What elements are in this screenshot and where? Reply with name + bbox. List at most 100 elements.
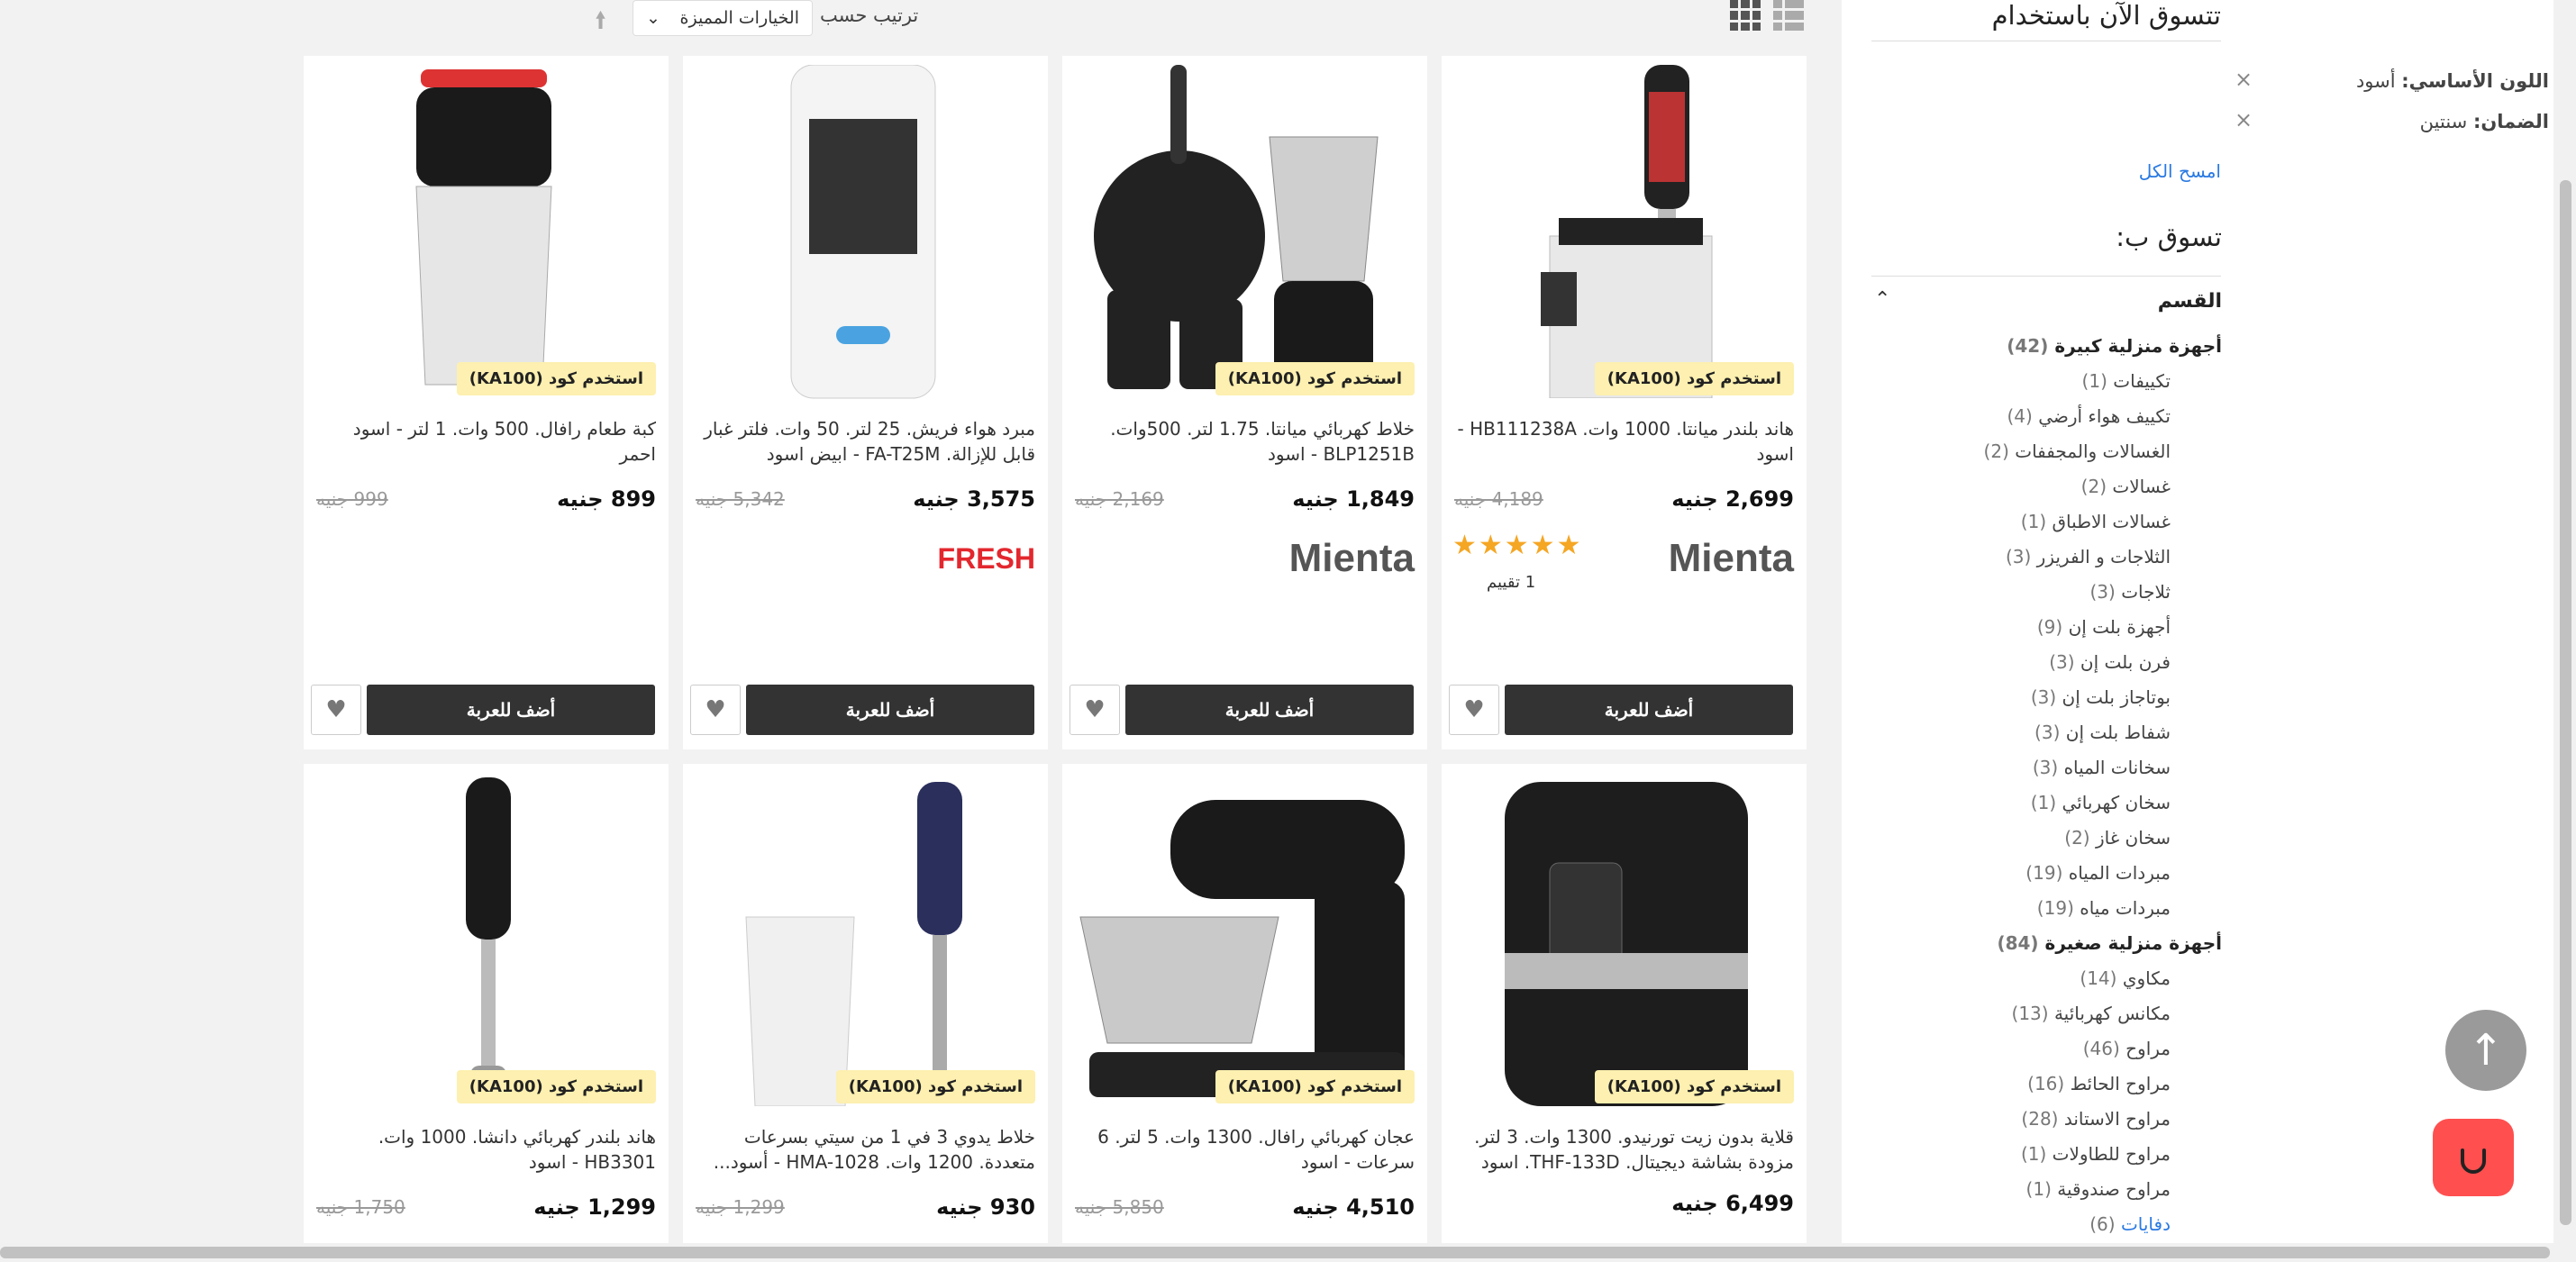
product-card[interactable]: استخدم كود (KA100) عجان كهربائي رافال. 1…: [1062, 764, 1427, 1243]
category-item[interactable]: مراوح صندوقية (1): [2026, 1178, 2171, 1200]
add-to-cart-button[interactable]: أضف للعربة: [1125, 685, 1414, 735]
category-item[interactable]: مراوح (46): [2083, 1038, 2171, 1059]
category-label: غسالات: [2112, 476, 2171, 497]
chat-button[interactable]: [2433, 1119, 2514, 1196]
product-card[interactable]: استخدم كود (KA100) كبة طعام رافال. 500 و…: [304, 56, 669, 749]
list-view-icon[interactable]: [1773, 0, 1804, 31]
category-item[interactable]: أجهزة منزلية كبيرة (42): [2007, 335, 2222, 357]
wishlist-heart-icon[interactable]: ♥: [311, 685, 361, 735]
product-card[interactable]: مبرد هواء فريش. 25 لتر. 50 وات. فلتر غبا…: [683, 56, 1048, 749]
product-title[interactable]: عجان كهربائي رافال. 1300 وات. 5 لتر. 6 س…: [1077, 1124, 1415, 1175]
category-item[interactable]: غسالات (2): [2081, 476, 2171, 497]
category-item[interactable]: سخان كهربائي (1): [2031, 792, 2171, 813]
promo-badge: استخدم كود (KA100): [1594, 1070, 1794, 1103]
category-count: (13): [2011, 1003, 2049, 1024]
category-count: (3): [2005, 546, 2032, 567]
add-to-cart-button[interactable]: أضف للعربة: [367, 685, 655, 735]
product-card[interactable]: استخدم كود (KA100) هاند بلندر ميانتا. 10…: [1442, 56, 1807, 749]
product-card[interactable]: استخدم كود (KA100) قلاية بدون زيت تورنيد…: [1442, 764, 1807, 1243]
category-item[interactable]: سخانات المياه (3): [2033, 757, 2171, 778]
category-label: غسالات الاطباق: [2052, 511, 2171, 532]
chat-smile-icon: [2461, 1149, 2486, 1174]
category-item[interactable]: فرن بلت إن (3): [2049, 651, 2171, 673]
add-to-cart-button[interactable]: أضف للعربة: [746, 685, 1034, 735]
product-title[interactable]: هاند بلندر كهربائي دانشا. 1000 وات. HB33…: [318, 1124, 656, 1175]
product-old-price: 2,169 جنيه: [1075, 488, 1164, 510]
category-item[interactable]: مراوح الحائط (16): [2027, 1073, 2171, 1094]
active-filter-label: الضمان: سنتين: [2420, 111, 2549, 132]
category-label: أجهزة منزلية كبيرة: [2054, 335, 2222, 357]
product-price: 1,299 جنيه: [533, 1194, 656, 1220]
category-item[interactable]: غسالات الاطباق (1): [2021, 511, 2171, 532]
grid-view-icon[interactable]: [1730, 0, 1761, 31]
category-item[interactable]: مبردات مياه (19): [2037, 897, 2171, 919]
product-card[interactable]: استخدم كود (KA100) هاند بلندر كهربائي دا…: [304, 764, 669, 1243]
product-title[interactable]: هاند بلندر ميانتا. 1000 وات. HB111238A -…: [1456, 416, 1794, 467]
category-item[interactable]: دفايات (6): [2089, 1213, 2171, 1235]
wishlist-heart-icon[interactable]: ♥: [1449, 685, 1499, 735]
review-count[interactable]: 1 تقييم: [1487, 573, 1535, 592]
category-count: (19): [2036, 897, 2074, 919]
category-item[interactable]: الغسالات والمجففات (2): [1984, 440, 2171, 462]
category-item[interactable]: سخان غاز (2): [2064, 827, 2171, 849]
category-label: تكييفات: [2113, 370, 2171, 392]
divider: [1871, 276, 2221, 277]
stand-mixer-image: [1079, 800, 1405, 1097]
scroll-to-top-button[interactable]: ↑: [2445, 1010, 2526, 1091]
promo-badge: استخدم كود (KA100): [1215, 362, 1415, 395]
product-title[interactable]: خلاط كهربائي ميانتا. 1.75 لتر. 500وات. B…: [1077, 416, 1415, 467]
filter-name: اللون الأساسي:: [2401, 70, 2549, 92]
active-filter: اللون الأساسي: أسود ×: [2220, 67, 2576, 97]
category-label: مراوح صندوقية: [2057, 1178, 2171, 1200]
clear-all-link[interactable]: امسح الكل: [2139, 160, 2221, 182]
air-fryer-image: [1505, 782, 1748, 1106]
product-title[interactable]: قلاية بدون زيت تورنيدو. 1300 وات. 3 لتر.…: [1456, 1124, 1794, 1175]
food-chopper-image: [415, 69, 552, 386]
vertical-scrollbar[interactable]: [2555, 0, 2576, 1243]
category-item[interactable]: مراوح للطاولات (1): [2021, 1143, 2171, 1165]
filter-value: أسود: [2355, 70, 2396, 92]
product-card[interactable]: استخدم كود (KA100) خلاط يدوي 3 في 1 من س…: [683, 764, 1048, 1243]
add-to-cart-button[interactable]: أضف للعربة: [1505, 685, 1793, 735]
category-item[interactable]: مكانس كهربائية (13): [2012, 1003, 2171, 1024]
category-label: أجهزة منزلية صغيرة: [2044, 932, 2222, 954]
wishlist-heart-icon[interactable]: ♥: [690, 685, 741, 735]
promo-badge: استخدم كود (KA100): [456, 1070, 656, 1103]
product-card[interactable]: استخدم كود (KA100) خلاط كهربائي ميانتا. …: [1062, 56, 1427, 749]
category-count: (3): [2049, 651, 2075, 673]
view-switcher: [1730, 0, 1811, 36]
product-price: 6,499 جنيه: [1671, 1191, 1794, 1216]
category-item[interactable]: بوتاجاز بلت إن (3): [2031, 686, 2171, 708]
category-item[interactable]: الثلاجات و الفريزر (3): [2006, 546, 2171, 567]
category-item[interactable]: أجهزة بلت إن (9): [2037, 616, 2171, 638]
product-title[interactable]: مبرد هواء فريش. 25 لتر. 50 وات. فلتر غبا…: [697, 416, 1035, 467]
hand-blender-image: [1541, 65, 1713, 398]
category-item[interactable]: أجهزة منزلية صغيرة (84): [1997, 932, 2222, 954]
close-icon[interactable]: ×: [2235, 107, 2253, 132]
category-label: سخان كهربائي: [2062, 792, 2171, 813]
blender-set-image: [1094, 65, 1379, 389]
sort-select[interactable]: الخيارات المميزة ⌄: [633, 0, 813, 36]
category-count: (2): [2080, 476, 2107, 497]
product-title[interactable]: خلاط يدوي 3 في 1 من سيتي بسرعات متعددة. …: [697, 1124, 1035, 1175]
product-old-price: 5,850 جنيه: [1075, 1196, 1164, 1218]
horizontal-scrollbar[interactable]: [0, 1243, 2576, 1262]
close-icon[interactable]: ×: [2235, 67, 2253, 92]
category-item[interactable]: تكييف هواء أرضي (4): [2007, 405, 2171, 427]
arrow-up-icon[interactable]: 🠙: [595, 4, 606, 43]
category-item[interactable]: مكاوي (14): [2080, 967, 2171, 989]
category-count: (6): [2089, 1213, 2116, 1235]
category-filter-heading[interactable]: القسم: [2158, 290, 2222, 313]
product-title[interactable]: كبة طعام رافال. 500 وات. 1 لتر - اسود اح…: [318, 416, 656, 467]
category-item[interactable]: مراوح الاستاند (28): [2021, 1108, 2171, 1130]
category-item[interactable]: تكييفات (1): [2082, 370, 2171, 392]
sort-label: ترتيب حسب: [820, 5, 919, 26]
category-item[interactable]: شفاط بلت إن (3): [2034, 722, 2171, 743]
chevron-up-icon[interactable]: ⌃: [1874, 288, 1890, 311]
category-item[interactable]: مبردات المياه (19): [2025, 862, 2171, 884]
active-filter: الضمان: سنتين ×: [2220, 107, 2576, 138]
wishlist-heart-icon[interactable]: ♥: [1070, 685, 1120, 735]
sidebar-title: تتسوق الآن باستخدام: [1991, 0, 2221, 31]
rating-stars: ★★★★★: [1452, 530, 1583, 561]
category-item[interactable]: ثلاجات (3): [2089, 581, 2171, 603]
